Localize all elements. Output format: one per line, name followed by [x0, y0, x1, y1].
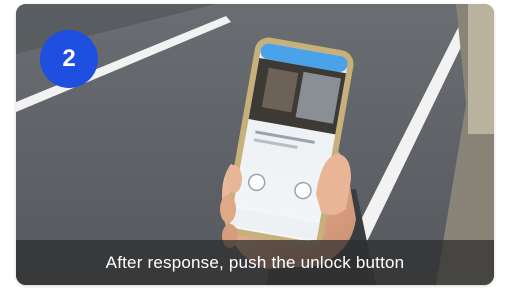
finger-1	[226, 165, 242, 193]
caption-bar: After response, push the unlock button	[16, 240, 494, 285]
step-number-badge: 2	[40, 30, 98, 88]
wall	[468, 4, 494, 134]
caption-text: After response, push the unlock button	[105, 252, 405, 272]
step-photo-card: 2 After response, push the unlock button	[16, 4, 494, 285]
step-number: 2	[62, 45, 76, 72]
finger-2	[220, 195, 236, 223]
